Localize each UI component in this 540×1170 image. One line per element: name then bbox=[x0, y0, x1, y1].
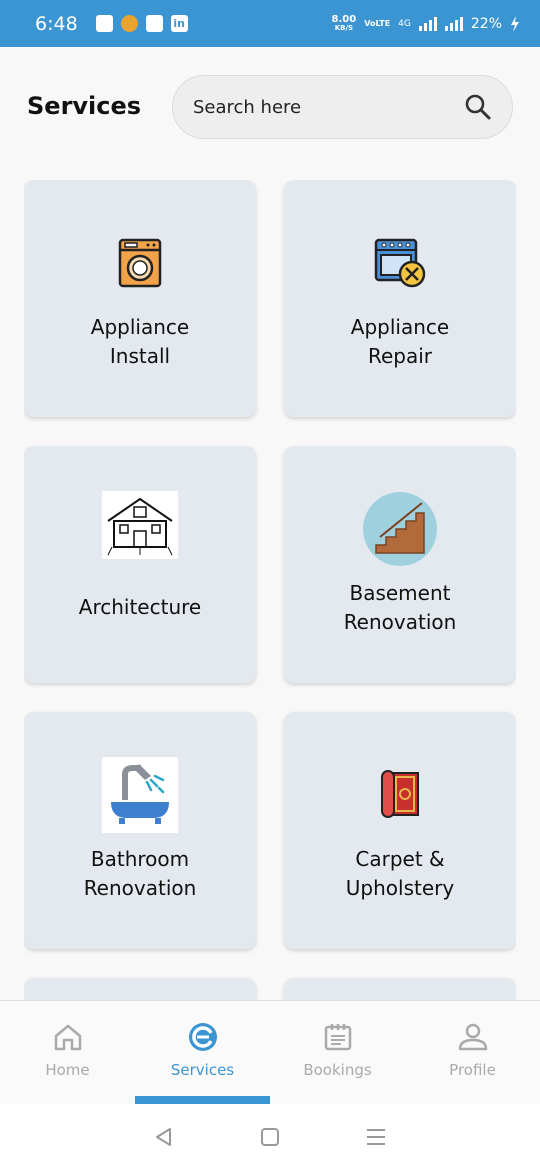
search-bar[interactable] bbox=[172, 75, 513, 139]
status-bar: 6:48 in 8.00 KB/S VoLTE 4G 22% bbox=[0, 0, 540, 47]
service-label: Carpet & Upholstery bbox=[345, 847, 455, 900]
status-right: 8.00 KB/S VoLTE 4G 22% bbox=[331, 13, 520, 33]
home-icon bbox=[54, 1024, 81, 1051]
notification-app-icon bbox=[145, 15, 163, 32]
status-time: 6:48 bbox=[35, 12, 78, 35]
page-title: Services bbox=[27, 92, 142, 120]
nav-bookings[interactable]: Bookings bbox=[270, 1001, 405, 1104]
service-card-bathroom-renovation[interactable]: Bathroom Renovation bbox=[24, 712, 256, 949]
nav-label: Home bbox=[45, 1061, 90, 1079]
bathtub-icon bbox=[102, 757, 178, 833]
nav-services[interactable]: Services bbox=[135, 1001, 270, 1104]
service-label: Appliance Repair bbox=[350, 315, 450, 368]
stairs-icon bbox=[362, 491, 438, 567]
notification-app-icon bbox=[95, 15, 113, 32]
house-drawing-icon bbox=[102, 491, 178, 559]
active-tab-indicator bbox=[135, 1096, 270, 1104]
service-card-partial[interactable] bbox=[284, 978, 516, 1000]
nav-profile[interactable]: Profile bbox=[405, 1001, 540, 1104]
header: Services bbox=[0, 47, 540, 167]
services-logo-icon bbox=[188, 1023, 217, 1051]
service-label: Basement Renovation bbox=[343, 581, 457, 634]
nav-label: Bookings bbox=[303, 1061, 372, 1079]
washing-machine-icon bbox=[102, 225, 178, 301]
services-grid: Appliance Install Appliance Repair Archi… bbox=[24, 180, 516, 1000]
nav-home[interactable]: Home bbox=[0, 1001, 135, 1104]
charging-icon bbox=[511, 15, 519, 32]
carpet-roll-icon bbox=[362, 757, 438, 833]
service-card-basement-renovation[interactable]: Basement Renovation bbox=[284, 446, 516, 683]
signal-icon bbox=[444, 16, 463, 31]
service-card-appliance-repair[interactable]: Appliance Repair bbox=[284, 180, 516, 417]
service-label: Bathroom Renovation bbox=[83, 847, 197, 900]
nav-label: Profile bbox=[449, 1061, 496, 1079]
back-icon[interactable] bbox=[153, 1126, 175, 1148]
home-button-icon[interactable] bbox=[260, 1127, 280, 1147]
network-speed: 8.00 KB/S bbox=[331, 13, 357, 32]
profile-icon bbox=[458, 1023, 487, 1051]
calendar-icon bbox=[324, 1024, 351, 1051]
network-type: 4G bbox=[398, 18, 411, 29]
search-input[interactable] bbox=[193, 96, 464, 118]
search-icon[interactable] bbox=[464, 93, 492, 121]
bottom-nav: Home Services Bookings Profile bbox=[0, 1000, 540, 1104]
service-card-partial[interactable] bbox=[24, 978, 256, 1000]
battery-level: 22% bbox=[470, 15, 502, 32]
notification-app-icon bbox=[120, 15, 138, 32]
system-nav-bar bbox=[0, 1104, 540, 1170]
service-card-carpet-upholstery[interactable]: Carpet & Upholstery bbox=[284, 712, 516, 949]
linkedin-icon: in bbox=[170, 15, 188, 32]
service-card-appliance-install[interactable]: Appliance Install bbox=[24, 180, 256, 417]
notification-icons: in bbox=[95, 15, 188, 32]
signal-icon bbox=[418, 16, 437, 31]
volte-icon: VoLTE bbox=[364, 19, 391, 28]
service-label: Appliance Install bbox=[90, 315, 190, 368]
menu-icon[interactable] bbox=[365, 1127, 387, 1147]
service-label: Architecture bbox=[78, 595, 202, 619]
service-card-architecture[interactable]: Architecture bbox=[24, 446, 256, 683]
nav-label: Services bbox=[170, 1061, 235, 1079]
oven-repair-icon bbox=[362, 225, 438, 301]
